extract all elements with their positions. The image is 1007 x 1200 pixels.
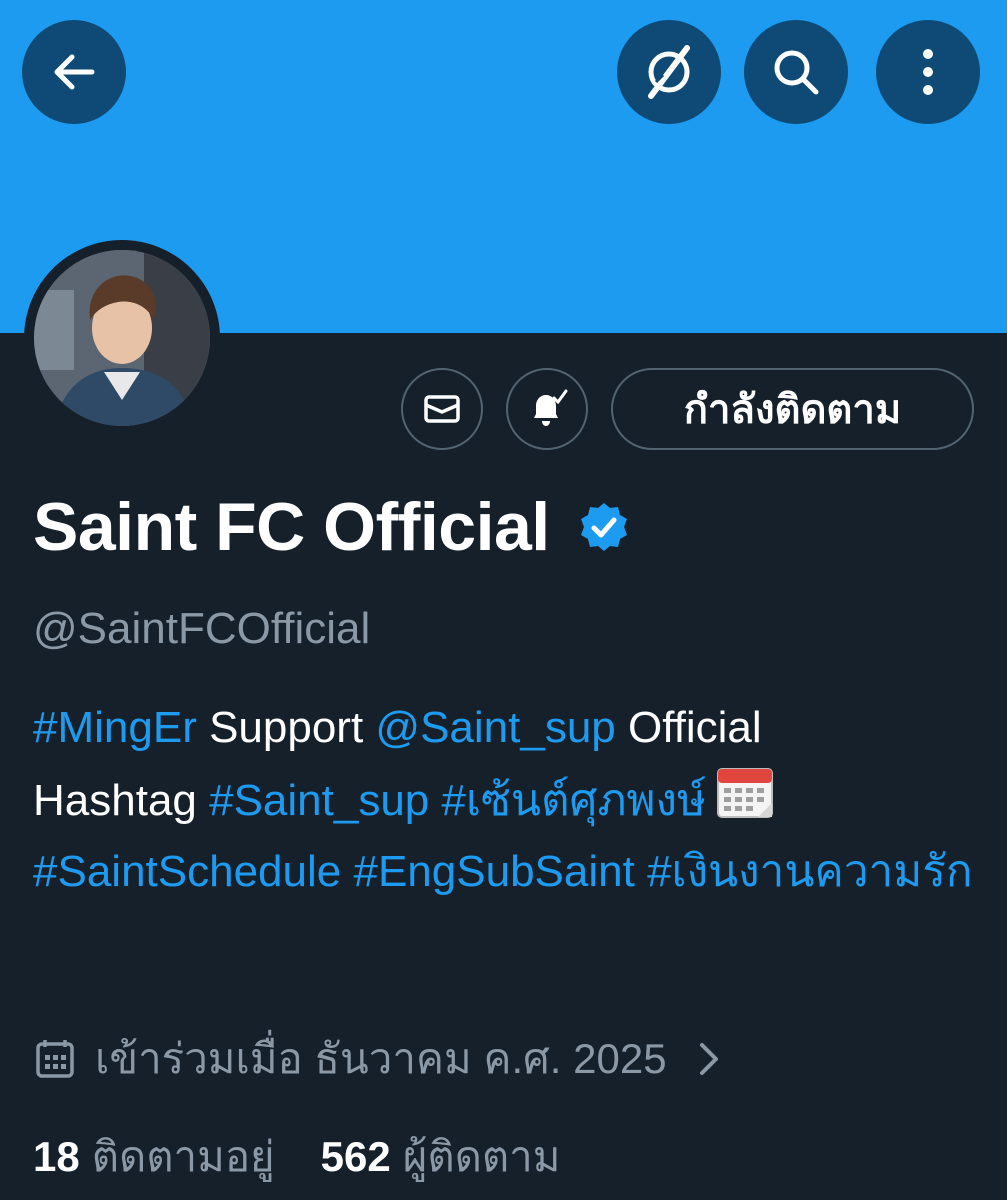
bio-text-support: Support xyxy=(196,703,376,752)
followers-label: ผู้ติดตาม xyxy=(402,1133,561,1180)
search-icon xyxy=(774,50,819,95)
chevron-right-icon xyxy=(699,1043,718,1075)
verified-badge-icon[interactable] xyxy=(576,499,632,555)
avatar[interactable] xyxy=(24,240,220,436)
notifications-button[interactable] xyxy=(506,368,588,450)
followers-count: 562 xyxy=(320,1133,391,1180)
following-stat[interactable]: 18 ติดตามอยู่ xyxy=(33,1124,275,1190)
following-count: 18 xyxy=(33,1133,80,1180)
bell-check-icon xyxy=(534,389,568,426)
back-button[interactable] xyxy=(22,20,126,124)
bio-text-official: Official xyxy=(615,703,762,752)
arrow-left-icon xyxy=(54,54,95,90)
following-button-label: กำลังติดตาม xyxy=(683,388,902,432)
avatar-photo xyxy=(34,250,210,426)
more-vertical-icon xyxy=(923,49,933,95)
hashtag-engsub-saint[interactable]: #EngSubSaint xyxy=(353,847,634,896)
hashtag-minger[interactable]: #MingEr xyxy=(33,703,197,752)
message-button[interactable] xyxy=(401,368,483,450)
follow-stats: 18 ติดตามอยู่ 562 ผู้ติดตาม xyxy=(33,1124,560,1190)
grok-icon xyxy=(648,45,690,99)
bio-text-hashtag: Hashtag xyxy=(33,776,210,825)
following-button[interactable]: กำลังติดตาม xyxy=(611,368,974,450)
mention-saint-sup[interactable]: @Saint_sup xyxy=(375,703,615,752)
profile-bio: #MingEr Support @Saint_sup Official Hash… xyxy=(33,692,983,907)
followers-stat[interactable]: 562 ผู้ติดตาม xyxy=(321,1124,561,1190)
name-row: Saint FC Official xyxy=(33,488,632,566)
following-label: ติดตามอยู่ xyxy=(91,1133,275,1180)
joined-date-text: เข้าร่วมเมื่อ ธันวาคม ค.ศ. 2025 xyxy=(95,1035,667,1082)
envelope-icon xyxy=(424,395,460,423)
hashtag-money-love[interactable]: #เงินงานความรัก xyxy=(647,847,972,896)
calendar-icon xyxy=(36,1040,74,1078)
calendar-emoji-icon xyxy=(716,768,773,818)
hashtag-thai-name[interactable]: #เซ้นต์ศุภพงษ์ xyxy=(442,776,706,825)
grok-button[interactable] xyxy=(617,20,721,124)
hashtag-saint-sup[interactable]: #Saint_sup xyxy=(209,776,429,825)
hashtag-saint-schedule[interactable]: #SaintSchedule xyxy=(33,847,341,896)
joined-date-row[interactable]: เข้าร่วมเมื่อ ธันวาคม ค.ศ. 2025 xyxy=(33,1026,721,1092)
profile-handle: @SaintFCOfficial xyxy=(33,604,371,653)
more-button[interactable] xyxy=(876,20,980,124)
search-button[interactable] xyxy=(744,20,848,124)
display-name: Saint FC Official xyxy=(33,489,550,565)
